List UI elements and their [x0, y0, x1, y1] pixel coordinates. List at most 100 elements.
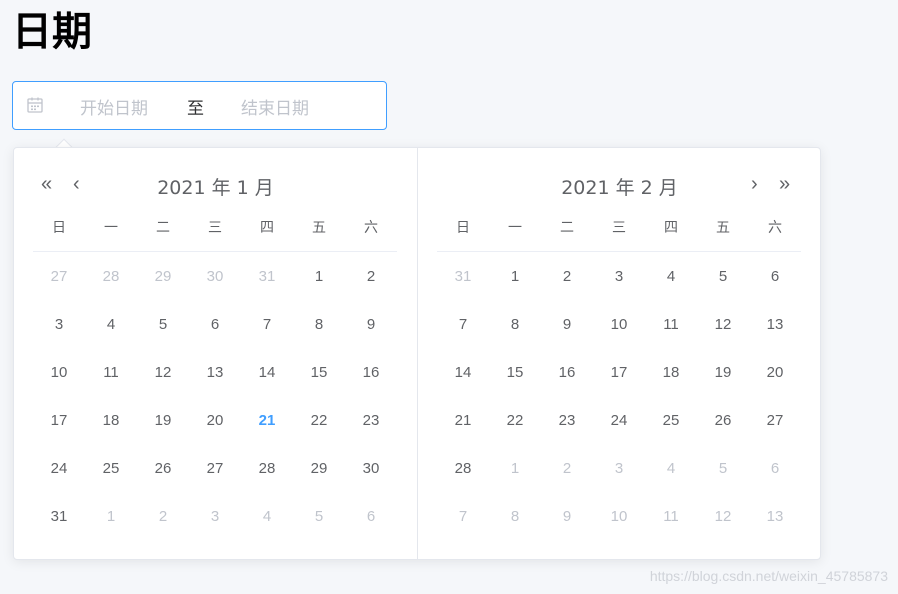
date-cell[interactable]: 31	[437, 265, 489, 289]
end-date-input[interactable]: 结束日期	[241, 94, 309, 119]
date-cell[interactable]: 22	[293, 409, 345, 433]
date-cell[interactable]: 3	[33, 313, 85, 337]
right-month-panel: 2021 年 2 月 › » 日一二三四五六 31 1 2 3 4 5 6 7 8 9 10 11 12…	[418, 148, 821, 559]
date-cell[interactable]: 17	[33, 409, 85, 433]
date-cell[interactable]: 19	[697, 361, 749, 385]
date-cell[interactable]: 26	[697, 409, 749, 433]
date-cell[interactable]: 27	[189, 457, 241, 481]
calendar-icon	[26, 96, 44, 114]
date-cell[interactable]: 5	[697, 265, 749, 289]
date-cell[interactable]: 4	[645, 457, 697, 481]
date-cell[interactable]: 15	[489, 361, 541, 385]
week-row: 14 15 16 17 18 19 20	[437, 361, 801, 385]
date-cell[interactable]: 19	[137, 409, 189, 433]
date-cell[interactable]: 18	[645, 361, 697, 385]
watermark: https://blog.csdn.net/weixin_45785873	[649, 568, 888, 584]
date-cell[interactable]: 23	[541, 409, 593, 433]
date-cell[interactable]: 11	[645, 313, 697, 337]
date-cell[interactable]: 17	[593, 361, 645, 385]
weekday-label: 日	[52, 220, 66, 236]
date-cell[interactable]: 1	[489, 265, 541, 289]
date-cell[interactable]: 28	[437, 457, 489, 481]
date-cell[interactable]: 14	[437, 361, 489, 385]
date-cell[interactable]: 16	[345, 361, 397, 385]
date-cell[interactable]: 6	[189, 313, 241, 337]
date-cell[interactable]: 24	[593, 409, 645, 433]
date-cell[interactable]: 12	[697, 505, 749, 529]
date-cell[interactable]: 3	[593, 457, 645, 481]
date-cell[interactable]: 25	[85, 457, 137, 481]
date-cell[interactable]: 24	[33, 457, 85, 481]
date-range-input[interactable]: 开始日期 至 结束日期	[12, 81, 387, 130]
week-row: 31 1 2 3 4 5 6	[437, 265, 801, 289]
date-cell[interactable]: 6	[749, 457, 801, 481]
date-cell[interactable]: 2	[137, 505, 189, 529]
date-cell[interactable]: 27	[33, 265, 85, 289]
week-row: 7 8 9 10 11 12 13	[437, 505, 801, 529]
date-cell[interactable]: 13	[189, 361, 241, 385]
date-cell[interactable]: 22	[489, 409, 541, 433]
date-cell[interactable]: 10	[33, 361, 85, 385]
date-cell[interactable]: 18	[85, 409, 137, 433]
date-cell[interactable]: 8	[293, 313, 345, 337]
date-cell[interactable]: 12	[697, 313, 749, 337]
date-cell[interactable]: 7	[241, 313, 293, 337]
date-cell[interactable]: 29	[137, 265, 189, 289]
date-cell[interactable]: 25	[645, 409, 697, 433]
date-cell[interactable]: 1	[85, 505, 137, 529]
date-cell[interactable]: 26	[137, 457, 189, 481]
date-cell[interactable]: 13	[749, 313, 801, 337]
date-cell[interactable]: 20	[749, 361, 801, 385]
date-cell[interactable]: 11	[85, 361, 137, 385]
next-year-button[interactable]: »	[779, 172, 790, 196]
date-cell[interactable]: 10	[593, 505, 645, 529]
next-month-button[interactable]: ›	[751, 172, 758, 196]
date-cell[interactable]: 16	[541, 361, 593, 385]
weekday-label: 一	[104, 220, 118, 236]
date-cell[interactable]: 8	[489, 505, 541, 529]
date-cell[interactable]: 28	[241, 457, 293, 481]
date-cell[interactable]: 12	[137, 361, 189, 385]
date-cell[interactable]: 7	[437, 313, 489, 337]
date-cell[interactable]: 5	[697, 457, 749, 481]
date-cell[interactable]: 6	[345, 505, 397, 529]
date-cell[interactable]: 10	[593, 313, 645, 337]
today-cell[interactable]: 21	[241, 409, 293, 433]
date-cell[interactable]: 9	[541, 313, 593, 337]
date-cell[interactable]: 31	[241, 265, 293, 289]
date-cell[interactable]: 8	[489, 313, 541, 337]
date-cell[interactable]: 5	[137, 313, 189, 337]
date-cell[interactable]: 1	[489, 457, 541, 481]
weekday-label: 二	[156, 220, 170, 236]
date-cell[interactable]: 29	[293, 457, 345, 481]
date-cell[interactable]: 31	[33, 505, 85, 529]
date-cell[interactable]: 4	[241, 505, 293, 529]
date-cell[interactable]: 4	[645, 265, 697, 289]
date-cell[interactable]: 6	[749, 265, 801, 289]
start-date-input[interactable]: 开始日期	[80, 94, 148, 119]
date-cell[interactable]: 1	[293, 265, 345, 289]
date-cell[interactable]: 9	[541, 505, 593, 529]
date-cell[interactable]: 7	[437, 505, 489, 529]
date-cell[interactable]: 2	[345, 265, 397, 289]
date-cell[interactable]: 30	[345, 457, 397, 481]
date-cell[interactable]: 5	[293, 505, 345, 529]
date-cell[interactable]: 9	[345, 313, 397, 337]
date-cell[interactable]: 20	[189, 409, 241, 433]
date-cell[interactable]: 28	[85, 265, 137, 289]
date-cell[interactable]: 30	[189, 265, 241, 289]
date-cell[interactable]: 13	[749, 505, 801, 529]
date-cell[interactable]: 15	[293, 361, 345, 385]
date-cell[interactable]: 3	[593, 265, 645, 289]
date-cell[interactable]: 11	[645, 505, 697, 529]
date-cell[interactable]: 23	[345, 409, 397, 433]
date-cell[interactable]: 21	[437, 409, 489, 433]
date-cell[interactable]: 27	[749, 409, 801, 433]
date-cell[interactable]: 14	[241, 361, 293, 385]
date-cell[interactable]: 2	[541, 265, 593, 289]
date-cell[interactable]: 4	[85, 313, 137, 337]
date-cell[interactable]: 2	[541, 457, 593, 481]
date-cell[interactable]: 3	[189, 505, 241, 529]
weekday-label: 六	[364, 220, 378, 236]
weekday-row: 日一二三四五六	[437, 216, 801, 240]
